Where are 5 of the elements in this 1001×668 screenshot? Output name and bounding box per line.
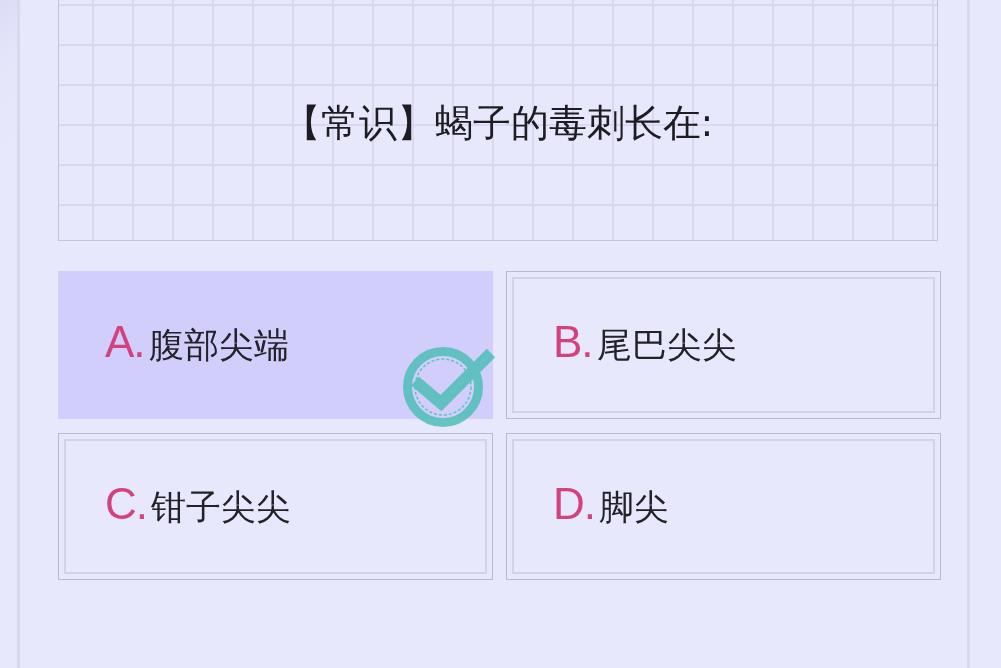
question-text: 【常识】蝎子的毒刺长在: bbox=[282, 99, 714, 147]
answer-option[interactable]: C.钳子尖尖 bbox=[58, 433, 493, 580]
answer-option[interactable]: A.腹部尖端 bbox=[58, 271, 493, 419]
answer-option[interactable]: D.脚尖 bbox=[506, 433, 941, 580]
answer-option[interactable]: B.尾巴尖尖 bbox=[506, 271, 941, 419]
